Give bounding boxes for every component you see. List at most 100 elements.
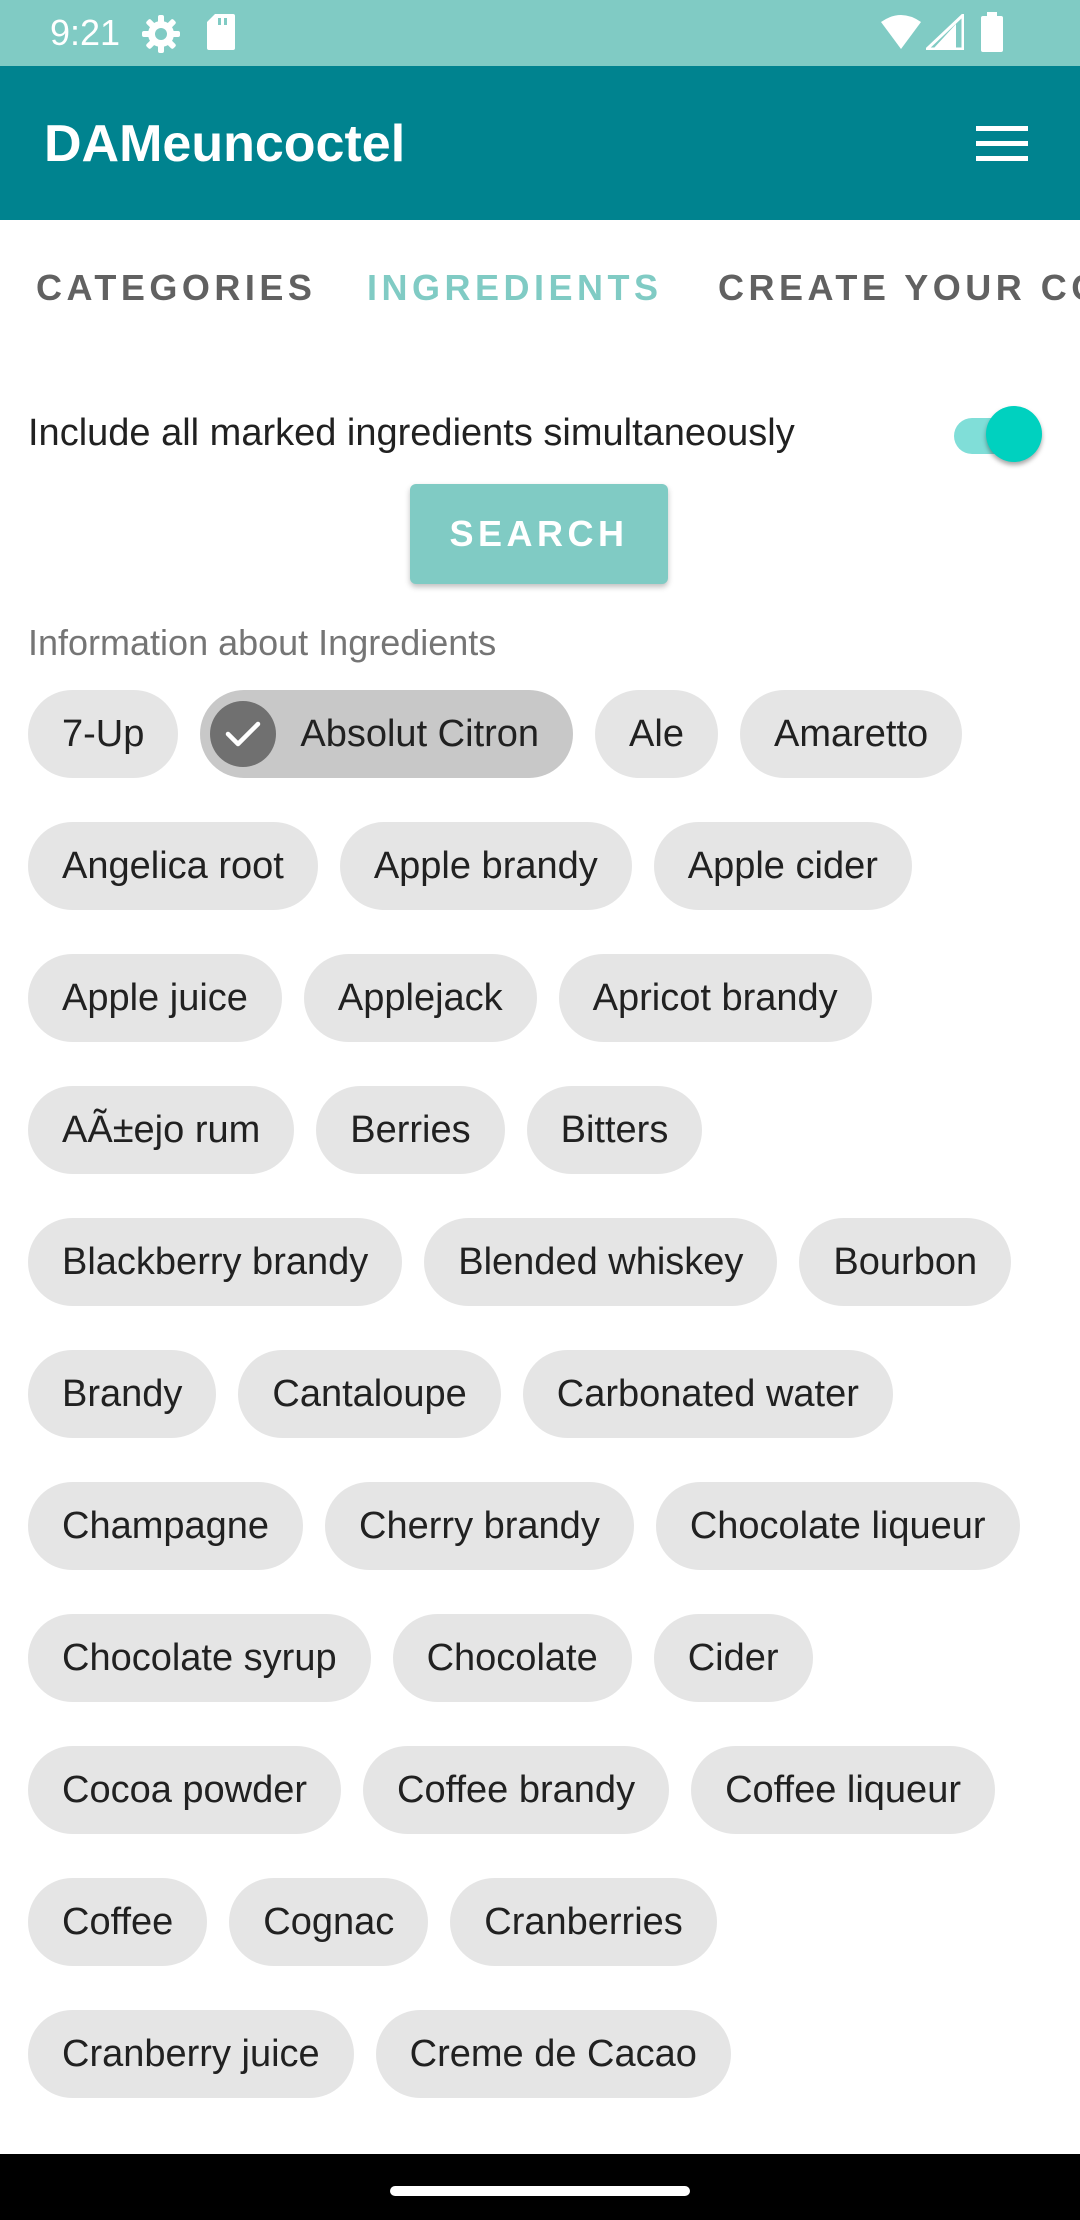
tab-bar: CATEGORIES INGREDIENTS CREATE YOUR CO bbox=[0, 220, 1080, 356]
ingredient-chip-label: Apple cider bbox=[687, 844, 878, 887]
ingredient-chip[interactable]: Chocolate syrup bbox=[28, 1614, 371, 1702]
ingredient-chip[interactable]: Blended whiskey bbox=[424, 1218, 778, 1306]
ingredient-chip-label: 7-Up bbox=[62, 712, 145, 755]
ingredient-chip[interactable]: Bourbon bbox=[799, 1218, 1012, 1306]
signal-icon bbox=[926, 14, 964, 50]
ingredient-chip[interactable]: Champagne bbox=[28, 1482, 304, 1570]
tab-create-your-cocktail[interactable]: CREATE YOUR CO bbox=[718, 264, 1080, 312]
ingredient-chip-label: Angelica root bbox=[62, 844, 284, 887]
status-bar: 9:21 bbox=[0, 0, 1080, 66]
ingredient-chip[interactable]: Coffee brandy bbox=[363, 1746, 670, 1834]
menu-button[interactable] bbox=[970, 112, 1034, 176]
ingredient-chip[interactable]: Cognac bbox=[229, 1878, 429, 1966]
ingredient-chip[interactable]: Apple brandy bbox=[339, 822, 632, 910]
ingredient-chip[interactable]: Carbonated water bbox=[522, 1350, 893, 1438]
sd-card-icon bbox=[207, 14, 235, 50]
chip-row: Cranberry juice Creme de Cacao bbox=[28, 2010, 731, 2098]
ingredient-chip-label: Chocolate bbox=[426, 1636, 598, 1679]
ingredient-chip-label: Chocolate liqueur bbox=[689, 1504, 986, 1547]
ingredient-chip-label: Cherry brandy bbox=[359, 1504, 600, 1547]
ingredient-chip[interactable]: Apple juice bbox=[28, 954, 282, 1042]
chip-row: Blackberry brandy Blended whiskey Bourbon bbox=[28, 1218, 1012, 1306]
ingredient-chip-label: Cognac bbox=[263, 1900, 395, 1943]
hamburger-menu-icon bbox=[976, 126, 1028, 161]
ingredient-chip[interactable]: Creme de Cacao bbox=[375, 2010, 731, 2098]
chip-row: 7-Up Absolut Citron Ale Amaretto bbox=[28, 690, 963, 778]
chip-row: Cocoa powder Coffee brandy Coffee liqueur bbox=[28, 1746, 995, 1834]
ingredient-chip-label: Coffee brandy bbox=[397, 1768, 636, 1811]
chip-row: Angelica root Apple brandy Apple cider bbox=[28, 822, 912, 910]
ingredient-chip-label: Cider bbox=[687, 1636, 779, 1679]
ingredients-info-label: Information about Ingredients bbox=[28, 622, 497, 663]
ingredient-chip-label: Apricot brandy bbox=[592, 976, 838, 1019]
ingredient-chip-label: Applejack bbox=[337, 976, 503, 1019]
ingredient-chip-label: Blended whiskey bbox=[458, 1240, 744, 1283]
ingredient-chip[interactable]: Chocolate liqueur bbox=[655, 1482, 1020, 1570]
ingredient-chip-label: Creme de Cacao bbox=[409, 2032, 697, 2075]
ingredient-chip-label: Bourbon bbox=[833, 1240, 978, 1283]
ingredient-chip-label: Cranberries bbox=[484, 1900, 683, 1943]
ingredient-chip-label: Apple brandy bbox=[373, 844, 598, 887]
ingredient-chip-label: Berries bbox=[350, 1108, 471, 1151]
ingredient-chip[interactable]: Coffee liqueur bbox=[691, 1746, 995, 1834]
ingredient-chip[interactable]: Coffee bbox=[28, 1878, 208, 1966]
system-navigation-bar bbox=[0, 2154, 1080, 2220]
tab-ingredients[interactable]: INGREDIENTS bbox=[367, 264, 663, 312]
chip-row: Chocolate syrup Chocolate Cider bbox=[28, 1614, 813, 1702]
ingredient-chip[interactable]: Amaretto bbox=[739, 690, 963, 778]
status-time: 9:21 bbox=[50, 12, 121, 53]
ingredient-chip[interactable]: Brandy bbox=[28, 1350, 217, 1438]
include-all-switch[interactable] bbox=[952, 398, 1044, 462]
ingredient-chip-label: Brandy bbox=[62, 1372, 183, 1415]
ingredient-chip-label: Cranberry juice bbox=[62, 2032, 320, 2075]
ingredient-chip-label: Coffee bbox=[62, 1900, 174, 1943]
ingredient-chip[interactable]: Applejack bbox=[303, 954, 537, 1042]
chip-row: Champagne Cherry brandy Chocolate liqueur bbox=[28, 1482, 1020, 1570]
ingredient-chip[interactable]: Apricot brandy bbox=[558, 954, 872, 1042]
ingredient-chip-label: Coffee liqueur bbox=[725, 1768, 961, 1811]
chip-row: Apple juice Applejack Apricot brandy bbox=[28, 954, 872, 1042]
ingredient-chip[interactable]: Bitters bbox=[526, 1086, 703, 1174]
include-all-label: Include all marked ingredients simultane… bbox=[28, 412, 795, 454]
home-indicator[interactable] bbox=[390, 2186, 690, 2196]
ingredient-chip-label: Chocolate syrup bbox=[62, 1636, 337, 1679]
ingredient-chip[interactable]: Blackberry brandy bbox=[28, 1218, 403, 1306]
ingredient-chip-label: Carbonated water bbox=[556, 1372, 859, 1415]
chip-row: Brandy Cantaloupe Carbonated water bbox=[28, 1350, 893, 1438]
wifi-icon bbox=[881, 15, 921, 49]
ingredient-chip[interactable]: Cranberries bbox=[450, 1878, 717, 1966]
ingredient-chip-label: Champagne bbox=[62, 1504, 270, 1547]
ingredient-chip[interactable]: Cantaloupe bbox=[238, 1350, 501, 1438]
ingredient-chip[interactable]: Absolut Citron bbox=[200, 690, 574, 778]
ingredient-chip[interactable]: AÃ±ejo rum bbox=[28, 1086, 295, 1174]
ingredient-chip[interactable]: Cranberry juice bbox=[28, 2010, 354, 2098]
ingredient-chip-label: AÃ±ejo rum bbox=[62, 1108, 261, 1151]
app-bar: DAMeuncoctel bbox=[0, 66, 1080, 220]
ingredient-chip[interactable]: Ale bbox=[595, 690, 718, 778]
ingredient-chip-label: Cantaloupe bbox=[272, 1372, 467, 1415]
ingredient-chip[interactable]: Cherry brandy bbox=[325, 1482, 634, 1570]
ingredient-chip[interactable]: Berries bbox=[316, 1086, 505, 1174]
ingredient-chip[interactable]: Chocolate bbox=[392, 1614, 632, 1702]
ingredient-chip[interactable]: Cider bbox=[653, 1614, 813, 1702]
ingredient-chip-label: Bitters bbox=[560, 1108, 669, 1151]
check-icon bbox=[210, 701, 277, 767]
ingredient-chip[interactable]: Apple cider bbox=[653, 822, 912, 910]
ingredient-chip-label: Amaretto bbox=[773, 712, 929, 755]
chip-row: Coffee Cognac Cranberries bbox=[28, 1878, 717, 1966]
battery-icon bbox=[981, 12, 1003, 52]
ingredient-chip-label: Absolut Citron bbox=[300, 712, 540, 755]
gear-icon bbox=[142, 15, 180, 53]
ingredient-chip[interactable]: 7-Up bbox=[28, 690, 179, 778]
ingredient-chip-label: Cocoa powder bbox=[62, 1768, 308, 1811]
tab-categories[interactable]: CATEGORIES bbox=[36, 264, 316, 312]
search-button[interactable]: SEARCH bbox=[410, 484, 668, 584]
ingredient-chip[interactable]: Cocoa powder bbox=[28, 1746, 342, 1834]
ingredient-chip-label: Blackberry brandy bbox=[62, 1240, 369, 1283]
switch-thumb bbox=[986, 406, 1042, 462]
ingredient-chip-label: Ale bbox=[629, 712, 684, 755]
chip-row: AÃ±ejo rum Berries Bitters bbox=[28, 1086, 703, 1174]
ingredient-chip[interactable]: Angelica root bbox=[28, 822, 318, 910]
ingredient-chip-label: Apple juice bbox=[62, 976, 248, 1019]
app-title: DAMeuncoctel bbox=[44, 115, 406, 173]
